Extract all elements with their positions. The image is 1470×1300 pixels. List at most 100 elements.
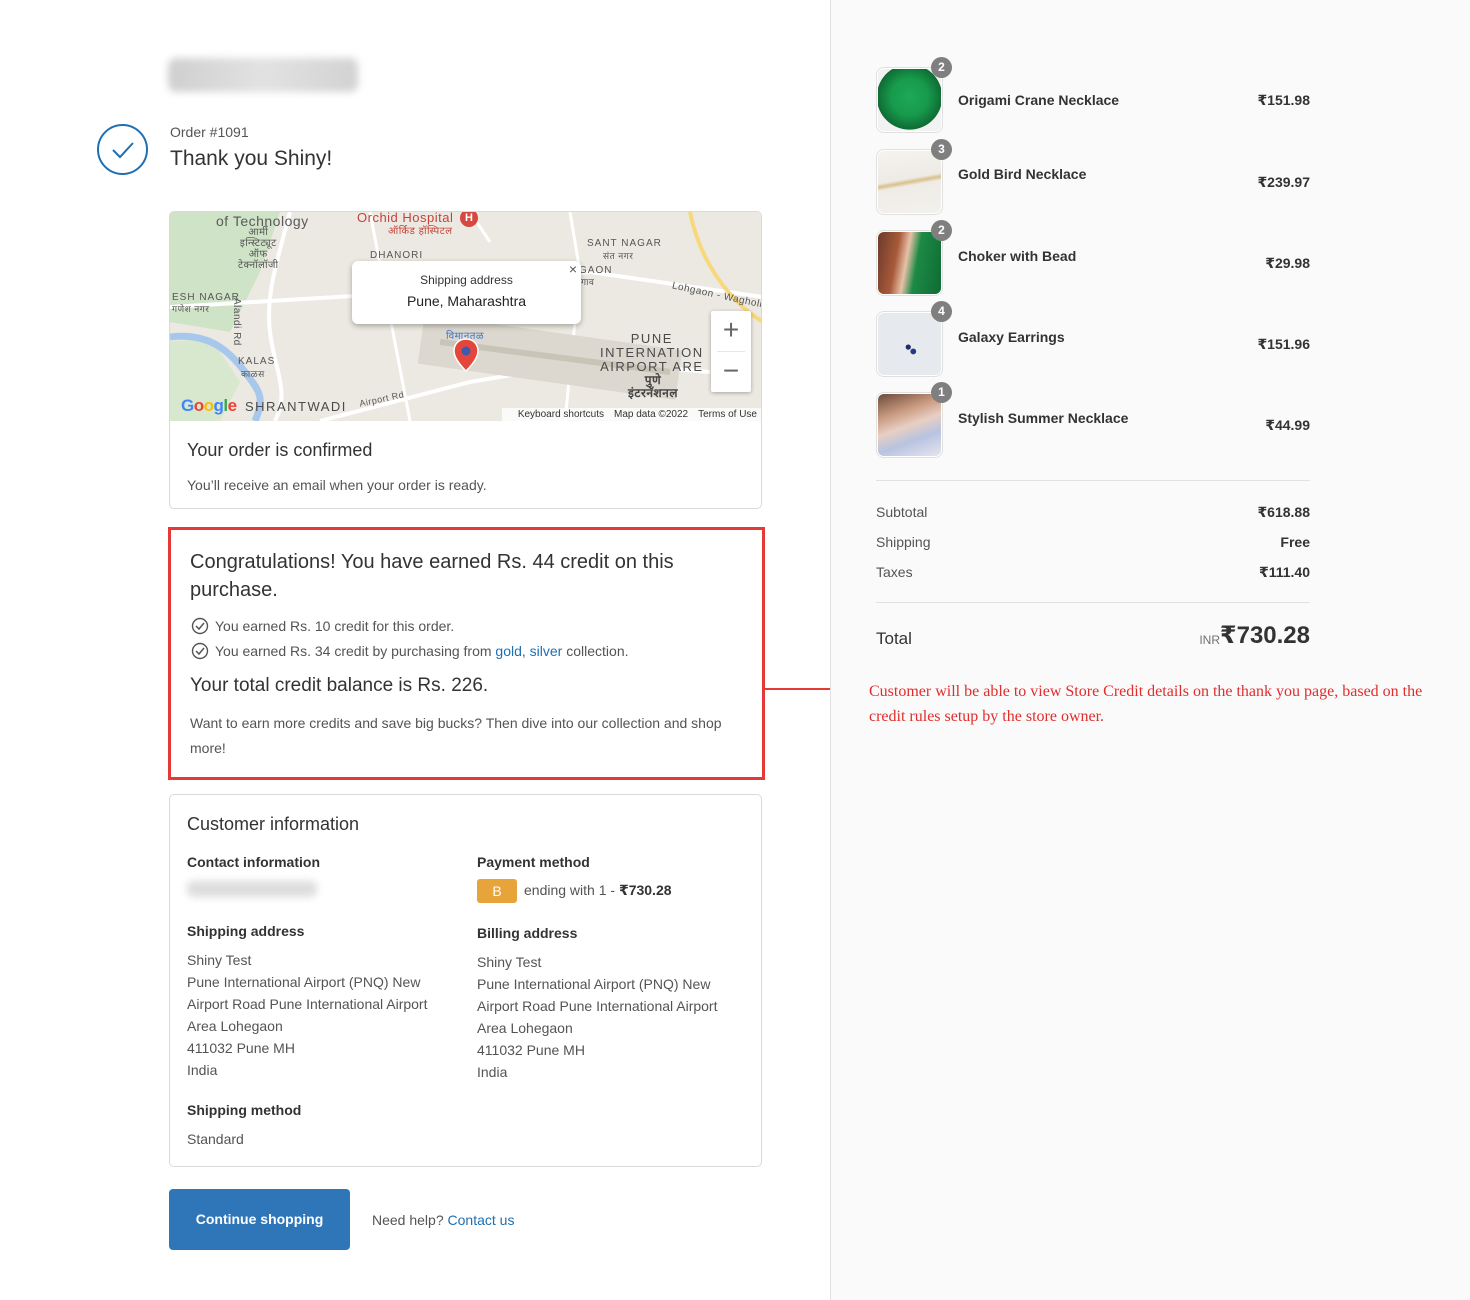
- product-price: ₹44.99: [1265, 417, 1310, 433]
- order-confirmed-message: You’ll receive an email when your order …: [187, 477, 487, 493]
- credit-line-separator: ,: [521, 643, 530, 659]
- map-label-alandi-rd: Alandi Rd: [231, 298, 242, 346]
- product-price: ₹29.98: [1265, 255, 1310, 271]
- credit-encourage-text: Want to earn more credits and save big b…: [190, 715, 722, 756]
- order-status-card: of Technology Orchid Hospital ऑर्किड हॉस…: [169, 211, 762, 509]
- order-item: 1 Stylish Summer Necklace ₹44.99: [876, 382, 1310, 458]
- order-number: Order #1091: [170, 124, 249, 140]
- map-label-shrantwadi: SHRANTWADI: [245, 399, 347, 414]
- product-thumbnail: [876, 392, 943, 458]
- google-logo[interactable]: Google: [181, 396, 237, 416]
- total-currency: INR: [1199, 633, 1220, 647]
- need-help-text: Need help?: [372, 1212, 448, 1228]
- subtotal-value: ₹618.88: [1257, 504, 1310, 520]
- close-icon[interactable]: ×: [569, 261, 577, 277]
- zoom-out-button[interactable]: −: [711, 352, 751, 392]
- product-price: ₹239.97: [1257, 174, 1310, 190]
- shipping-map[interactable]: of Technology Orchid Hospital ऑर्किड हॉस…: [170, 212, 761, 421]
- silver-collection-link[interactable]: silver: [530, 643, 563, 659]
- billing-address-text: Shiny Test Pune International Airport (P…: [477, 954, 718, 1080]
- credit-line-order: You earned Rs. 10 credit for this order.: [191, 617, 454, 635]
- taxes-row: Taxes ₹111.40: [876, 564, 1310, 580]
- product-price: ₹151.96: [1257, 336, 1310, 352]
- order-confirmed-section: Your order is confirmed You’ll receive a…: [187, 440, 487, 493]
- zoom-in-button[interactable]: +: [711, 311, 751, 351]
- shipping-address-heading: Shipping address: [187, 923, 305, 939]
- check-badge-icon: [191, 617, 209, 635]
- quantity-badge: 1: [931, 382, 952, 403]
- order-item: 2 Origami Crane Necklace ₹151.98: [876, 57, 1310, 133]
- need-help: Need help? Contact us: [372, 1212, 514, 1228]
- payment-card-icon: B: [477, 879, 517, 903]
- order-item: 2 Choker with Bead ₹29.98: [876, 220, 1310, 296]
- product-name: Origami Crane Necklace: [958, 92, 1120, 108]
- map-label-esh-nagar-hindi: गणेश नगर: [172, 304, 210, 314]
- contact-us-link[interactable]: Contact us: [448, 1212, 515, 1228]
- map-data-text: Map data ©2022: [614, 409, 689, 420]
- order-summary-sidebar: 2 Origami Crane Necklace ₹151.98 3 Gold …: [830, 0, 1470, 1300]
- product-thumbnail: [876, 311, 943, 377]
- zoom-controls: + −: [711, 311, 751, 392]
- payment-method-detail: ending with 1 - ₹730.28: [524, 882, 672, 899]
- map-label-pune-airport: PUNE INTERNATION AIRPORT ARE: [600, 331, 704, 374]
- product-price: ₹151.98: [1257, 92, 1310, 108]
- shipping-label: Shipping: [876, 534, 931, 550]
- billing-address-heading: Billing address: [477, 925, 578, 941]
- total-divider: [876, 602, 1310, 603]
- check-circle-icon: [97, 124, 148, 175]
- map-label-army-institute: आर्मी इन्स्टिट्यूट ऑफ टेक्नॉलॉजी: [238, 227, 279, 271]
- checkout-main: Order #1091 Thank you Shiny! of Technolo…: [0, 0, 830, 1300]
- map-label-dhanori: DHANORI: [370, 250, 424, 261]
- customer-information-title: Customer information: [187, 814, 360, 834]
- keyboard-shortcuts-link[interactable]: Keyboard shortcuts: [518, 409, 604, 420]
- popup-location: Pune, Maharashtra: [406, 293, 527, 309]
- product-name: Galaxy Earrings: [958, 329, 1065, 345]
- gold-collection-link[interactable]: gold: [495, 643, 521, 659]
- continue-shopping-button[interactable]: Continue shopping: [169, 1189, 350, 1250]
- credit-line-collection: You earned Rs. 34 credit by purchasing f…: [191, 642, 629, 660]
- shipping-address-popup: Shipping address Pune, Maharashtra ×: [352, 261, 581, 324]
- map-attribution: Keyboard shortcuts Map data ©2022 Terms of…: [501, 408, 761, 421]
- shipping-value: Free: [1280, 534, 1310, 550]
- annotation-arrow-line: [765, 688, 840, 690]
- order-item: 4 Galaxy Earrings ₹151.96: [876, 301, 1310, 377]
- credit-line-collection-suffix: collection.: [562, 643, 629, 659]
- shipping-row: Shipping Free: [876, 534, 1310, 550]
- credit-line-collection-prefix: You earned Rs. 34 credit by purchasing f…: [215, 643, 496, 659]
- map-label-gaon-hindi: गाव: [581, 277, 595, 287]
- taxes-label: Taxes: [876, 564, 913, 580]
- thank-you-heading: Thank you Shiny!: [170, 147, 333, 170]
- map-label-sant-nagar-hindi: संत नगर: [603, 251, 634, 261]
- payment-amount: ₹730.28: [618, 882, 672, 898]
- taxes-value: ₹111.40: [1258, 564, 1310, 580]
- subtotal-row: Subtotal ₹618.88: [876, 504, 1310, 520]
- map-label-orchid-hospital-hindi: ऑर्किड हॉस्पिटल: [388, 226, 453, 237]
- quantity-badge: 4: [931, 301, 952, 322]
- store-name-blurred[interactable]: [168, 58, 358, 92]
- payment-method-heading: Payment method: [477, 854, 590, 870]
- product-name: Gold Bird Necklace: [958, 166, 1087, 182]
- popup-title: Shipping address: [420, 273, 513, 287]
- product-name: Choker with Bead: [958, 248, 1077, 264]
- check-badge-icon: [191, 642, 209, 660]
- product-name: Stylish Summer Necklace: [958, 410, 1129, 426]
- product-thumbnail: [876, 230, 943, 296]
- quantity-badge: 2: [931, 57, 952, 78]
- location-pin-icon[interactable]: [453, 338, 479, 372]
- terms-link[interactable]: Terms of Use: [698, 409, 757, 420]
- quantity-badge: 3: [931, 139, 952, 160]
- shipping-address-text: Shiny Test Pune International Airport (P…: [187, 952, 428, 1078]
- product-thumbnail: [876, 149, 943, 215]
- total-row: Total INR ₹730.28: [876, 621, 1310, 655]
- map-label-sant-nagar: SANT NAGAR: [587, 238, 662, 249]
- contact-information-heading: Contact information: [187, 854, 320, 870]
- store-credit-annotation: Customer will be able to view Store Cred…: [869, 683, 1423, 725]
- customer-information-card: Customer information Contact information…: [169, 794, 762, 1167]
- contact-email-blurred: [187, 881, 317, 897]
- summary-divider: [876, 480, 1310, 481]
- payment-ending-text: ending with 1 -: [524, 882, 619, 898]
- map-label-pune-airport-hindi: पुणे इंटरनॅशनल: [628, 373, 678, 400]
- order-item: 3 Gold Bird Necklace ₹239.97: [876, 139, 1310, 215]
- credit-line-order-text: You earned Rs. 10 credit for this order.: [215, 618, 455, 634]
- subtotal-label: Subtotal: [876, 504, 928, 520]
